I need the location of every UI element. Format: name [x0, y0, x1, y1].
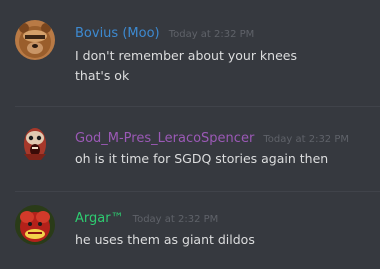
message-group: God_M-Pres_LeracoSpencer Today at 2:32 P… [0, 107, 380, 192]
zombie-face-avatar-icon[interactable] [15, 124, 55, 164]
message-timestamp[interactable]: Today at 2:32 PM [263, 134, 349, 145]
message-header: Bovius (Moo) Today at 2:32 PM [75, 22, 254, 41]
author-name[interactable]: Bovius (Moo) [75, 26, 160, 41]
message-timestamp[interactable]: Today at 2:32 PM [169, 29, 255, 40]
bear-avatar-icon[interactable] [15, 20, 55, 60]
message-header: Argar™ Today at 2:32 PM [75, 207, 218, 226]
author-name[interactable]: God_M-Pres_LeracoSpencer [75, 131, 254, 146]
message-timestamp[interactable]: Today at 2:32 PM [133, 214, 219, 225]
red-creature-avatar-icon[interactable] [15, 205, 55, 245]
author-name[interactable]: Argar™ [75, 211, 124, 226]
message-group: Argar™ Today at 2:32 PM he uses them as … [0, 192, 380, 269]
message-header: God_M-Pres_LeracoSpencer Today at 2:32 P… [75, 127, 349, 146]
message-text: that's ok [75, 68, 130, 83]
message-text: I don't remember about your knees [75, 48, 297, 63]
message-group: Bovius (Moo) Today at 2:32 PM I don't re… [0, 0, 380, 100]
message-text: oh is it time for SGDQ stories again the… [75, 151, 329, 166]
message-text: he uses them as giant dildos [75, 232, 255, 247]
